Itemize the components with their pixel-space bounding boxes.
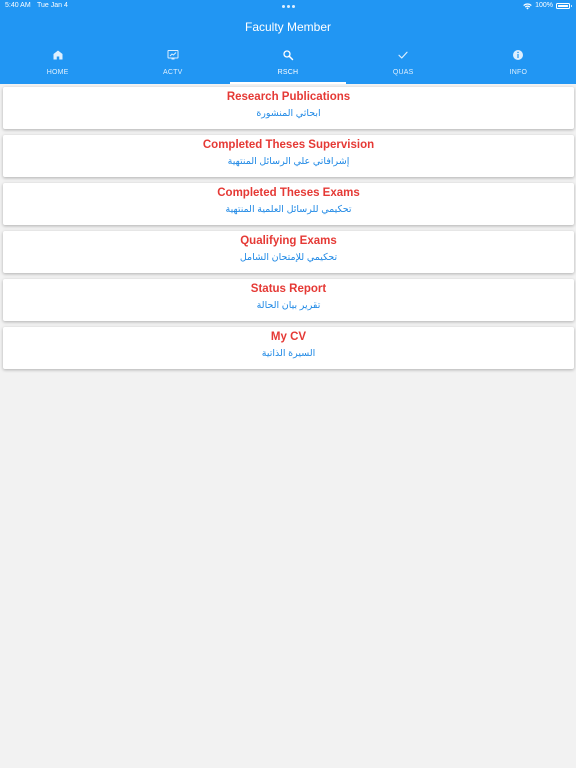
status-bar: 5:40 AM Tue Jan 4 100% xyxy=(0,0,576,12)
status-time: 5:40 AM xyxy=(5,2,31,9)
tab-rsch-label: RSCH xyxy=(277,69,299,76)
menu-item-title: Status Report xyxy=(250,283,327,295)
active-tab-indicator xyxy=(230,82,346,84)
menu-item-title: My CV xyxy=(270,331,307,343)
research-menu-list: Research Publications ابحاثي المنشورة Co… xyxy=(3,87,574,375)
tab-actv-label: ACTV xyxy=(163,69,183,76)
menu-item-subtitle: السيرة الذاتية xyxy=(261,348,316,359)
menu-item-completed-theses-exams[interactable]: Completed Theses Exams تحكيمي للرسائل ال… xyxy=(3,183,574,225)
tab-bar: HOME ACTV RSCH QUAS INFO xyxy=(0,44,576,84)
menu-item-subtitle: إشرافاتي علي الرسائل المنتهية xyxy=(227,156,350,167)
multitasking-dots-icon[interactable] xyxy=(282,5,295,8)
tab-rsch[interactable]: RSCH xyxy=(230,44,346,84)
search-icon xyxy=(283,50,294,61)
tab-actv[interactable]: ACTV xyxy=(115,44,230,84)
presentation-icon xyxy=(167,50,179,60)
menu-item-title: Completed Theses Supervision xyxy=(202,139,375,151)
status-indicators: 100% xyxy=(523,0,572,12)
tab-quas[interactable]: QUAS xyxy=(346,44,461,84)
tab-home[interactable]: HOME xyxy=(0,44,115,84)
home-icon xyxy=(53,50,63,60)
tab-home-label: HOME xyxy=(46,69,69,76)
status-date: Tue Jan 4 xyxy=(37,2,68,9)
menu-item-status-report[interactable]: Status Report تقرير بيان الحالة xyxy=(3,279,574,321)
menu-item-title: Qualifying Exams xyxy=(240,235,337,247)
menu-item-subtitle: تحكيمي للرسائل العلمية المنتهية xyxy=(225,204,352,215)
battery-icon xyxy=(556,3,572,9)
checkmark-icon xyxy=(398,51,408,59)
page-title: Faculty Member xyxy=(244,20,332,34)
menu-item-title: Completed Theses Exams xyxy=(217,187,360,199)
app-header: 5:40 AM Tue Jan 4 100% Faculty Member HO… xyxy=(0,0,576,84)
menu-item-research-publications[interactable]: Research Publications ابحاثي المنشورة xyxy=(3,87,574,129)
tab-info-label: INFO xyxy=(509,69,528,76)
menu-item-qualifying-exams[interactable]: Qualifying Exams تحكيمي للإمتحان الشامل xyxy=(3,231,574,273)
app-screen: 5:40 AM Tue Jan 4 100% Faculty Member HO… xyxy=(0,0,576,768)
tab-info[interactable]: INFO xyxy=(461,44,576,84)
battery-percent: 100% xyxy=(535,2,553,9)
menu-item-completed-theses-supervision[interactable]: Completed Theses Supervision إشرافاتي عل… xyxy=(3,135,574,177)
tab-quas-label: QUAS xyxy=(392,69,414,76)
wifi-icon xyxy=(523,2,532,9)
menu-item-subtitle: ابحاثي المنشورة xyxy=(256,108,321,119)
menu-item-my-cv[interactable]: My CV السيرة الذاتية xyxy=(3,327,574,369)
menu-item-subtitle: تقرير بيان الحالة xyxy=(256,300,321,311)
menu-item-subtitle: تحكيمي للإمتحان الشامل xyxy=(239,252,338,263)
menu-item-title: Research Publications xyxy=(226,91,351,103)
info-icon xyxy=(513,50,524,60)
